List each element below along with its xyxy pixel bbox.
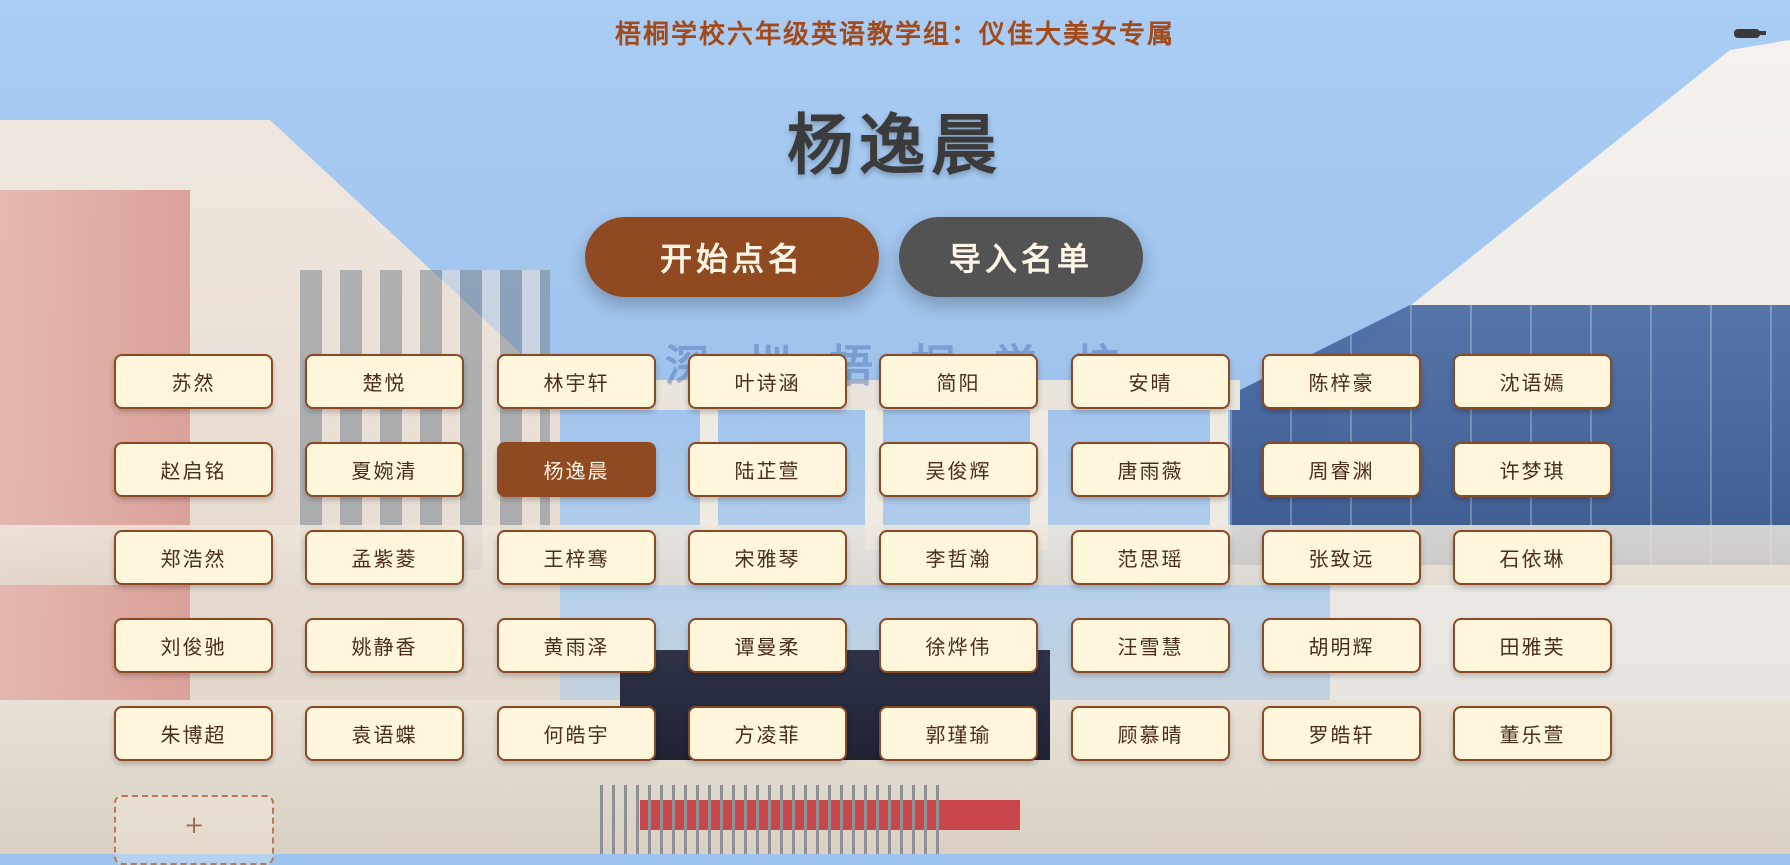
student-card[interactable]: 范思瑶 — [1071, 530, 1230, 585]
student-card[interactable]: 赵启铭 — [114, 442, 273, 497]
student-card[interactable]: 许梦琪 — [1453, 442, 1612, 497]
student-card[interactable]: 郑浩然 — [114, 530, 273, 585]
student-card[interactable]: 徐烨伟 — [879, 618, 1038, 673]
student-card[interactable]: 宋雅琴 — [688, 530, 847, 585]
student-card[interactable]: 顾慕晴 — [1071, 706, 1230, 761]
student-card[interactable]: 汪雪慧 — [1071, 618, 1230, 673]
student-card[interactable]: 沈语嫣 — [1453, 354, 1612, 409]
student-card[interactable]: 胡明辉 — [1262, 618, 1421, 673]
student-card[interactable]: 方凌菲 — [688, 706, 847, 761]
student-card[interactable]: 姚静香 — [305, 618, 464, 673]
student-card[interactable]: 林宇轩 — [497, 354, 656, 409]
student-card[interactable]: 楚悦 — [305, 354, 464, 409]
student-card[interactable]: 郭瑾瑜 — [879, 706, 1038, 761]
student-card[interactable]: 罗皓轩 — [1262, 706, 1421, 761]
student-card[interactable]: 朱博超 — [114, 706, 273, 761]
student-card[interactable]: 袁语蝶 — [305, 706, 464, 761]
import-list-button[interactable]: 导入名单 — [899, 217, 1143, 297]
student-card[interactable]: 安晴 — [1071, 354, 1230, 409]
start-roll-call-button[interactable]: 开始点名 — [585, 217, 879, 297]
student-card[interactable]: 石依琳 — [1453, 530, 1612, 585]
student-card[interactable]: 王梓骞 — [497, 530, 656, 585]
student-card[interactable]: 黄雨泽 — [497, 618, 656, 673]
student-card[interactable]: 杨逸晨 — [497, 442, 656, 497]
student-card[interactable]: 吴俊辉 — [879, 442, 1038, 497]
add-student-button[interactable]: + — [114, 795, 274, 865]
student-card[interactable]: 陆芷萱 — [688, 442, 847, 497]
plus-icon: + — [183, 811, 205, 839]
current-name-display: 杨逸晨 — [787, 106, 1003, 184]
student-card[interactable]: 叶诗涵 — [688, 354, 847, 409]
student-card[interactable]: 何皓宇 — [497, 706, 656, 761]
page-subtitle: 梧桐学校六年级英语教学组：仪佳大美女专属 — [614, 20, 1175, 50]
student-card[interactable]: 董乐萱 — [1453, 706, 1612, 761]
student-card[interactable]: 孟紫菱 — [305, 530, 464, 585]
student-card[interactable]: 谭曼柔 — [688, 618, 847, 673]
student-card[interactable]: 陈梓豪 — [1262, 354, 1421, 409]
student-card[interactable]: 李哲瀚 — [879, 530, 1038, 585]
student-card[interactable]: 张致远 — [1262, 530, 1421, 585]
student-card[interactable]: 周睿渊 — [1262, 442, 1421, 497]
student-card[interactable]: 苏然 — [114, 354, 273, 409]
student-card[interactable]: 刘俊驰 — [114, 618, 273, 673]
student-card[interactable]: 田雅芙 — [1453, 618, 1612, 673]
student-card[interactable]: 夏婉清 — [305, 442, 464, 497]
student-card[interactable]: 唐雨薇 — [1071, 442, 1230, 497]
student-card[interactable]: 简阳 — [879, 354, 1038, 409]
gate-railing — [600, 785, 940, 854]
